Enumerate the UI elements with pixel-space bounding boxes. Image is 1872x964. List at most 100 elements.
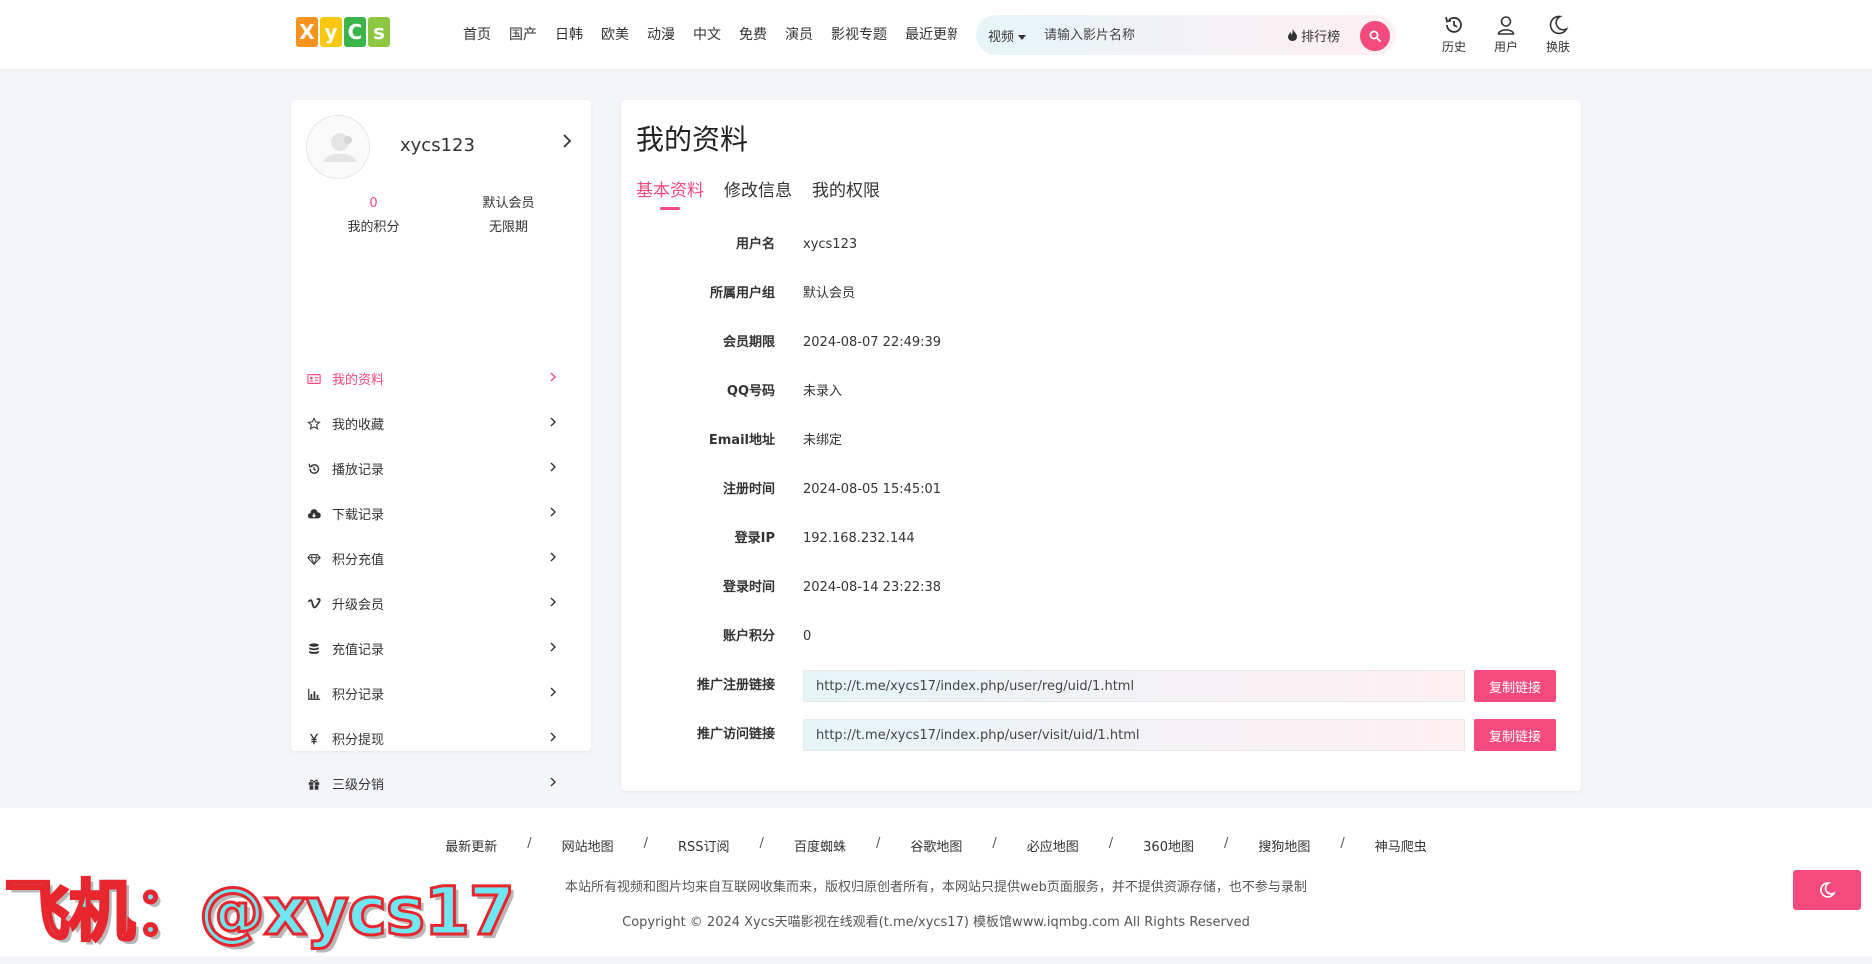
sidebar-item[interactable]: 三级分销 — [306, 761, 576, 806]
nav-item[interactable]: 欧美 — [601, 24, 629, 46]
nav-item[interactable]: 国产 — [509, 24, 537, 46]
chevron-right-icon — [550, 687, 556, 697]
footer-separator: / — [1223, 836, 1229, 851]
sidebar-item-label: 播放记录 — [332, 463, 385, 478]
tab[interactable]: 修改信息 — [724, 176, 792, 201]
footer-link[interactable]: 360地图 — [1143, 836, 1194, 855]
footer-link[interactable]: 谷歌地图 — [910, 836, 962, 855]
footer-link[interactable]: 最新更新 — [445, 836, 497, 855]
sidebar-item[interactable]: 播放记录 — [306, 446, 576, 491]
footer-link[interactable]: 搜狗地图 — [1258, 836, 1310, 855]
sidebar-item[interactable]: 我的资料 — [306, 356, 576, 401]
sidebar-item[interactable]: 积分提现 — [306, 716, 576, 761]
footer-separator: / — [1108, 836, 1114, 851]
watermark: 飞机：@xycs17 — [3, 872, 517, 952]
history-button[interactable]: 历史 — [1428, 14, 1480, 55]
footer-link[interactable]: 神马爬虫 — [1375, 836, 1427, 855]
site-logo[interactable]: XyCs — [296, 17, 390, 49]
footer-link[interactable]: 必应地图 — [1027, 836, 1079, 855]
info-label: QQ号码 — [726, 384, 775, 399]
info-label: 会员期限 — [722, 335, 775, 350]
nav-item[interactable]: 最近更新 — [905, 24, 957, 46]
promo-link-url: http://t.me/xycs17/index.php/user/reg/ui… — [816, 678, 1135, 694]
caret-down-icon — [1018, 34, 1027, 40]
gift-icon — [306, 776, 322, 792]
nav-item[interactable]: 日韩 — [555, 24, 583, 46]
sidebar-item-label: 我的资料 — [332, 373, 385, 388]
search-icon — [1369, 30, 1381, 42]
profile-panel: 我的资料 基本资料 修改信息 我的权限 用户名 xycs123 所属用户组 默认会员 会员期… — [621, 100, 1581, 791]
search-button[interactable] — [1360, 21, 1390, 51]
nav-item[interactable]: 中文 — [693, 24, 721, 46]
info-label: 推广访问链接 — [696, 727, 775, 742]
sidebar-item[interactable]: 下载记录 — [306, 491, 576, 536]
sidebar-item[interactable]: 我的收藏 — [306, 401, 576, 446]
copy-link-button[interactable]: 复制链接 — [1474, 670, 1556, 702]
fire-icon — [1288, 28, 1297, 41]
avatar-placeholder-icon — [324, 133, 356, 162]
footer-separator: / — [1340, 836, 1345, 851]
chevron-right-icon — [550, 462, 556, 472]
bar-chart-icon — [306, 686, 322, 702]
sidebar-item-label: 充值记录 — [332, 643, 385, 658]
footer-link[interactable]: 网站地图 — [562, 836, 614, 855]
profile-info: 用户名 xycs123 所属用户组 默认会员 会员期限 2024-08-07 22:49:… — [621, 220, 1581, 759]
footer-link[interactable]: 百度蜘蛛 — [794, 836, 846, 855]
info-row: 所属用户组 默认会员 — [621, 269, 1581, 318]
yen-icon — [306, 731, 322, 747]
theme-button[interactable]: 换肤 — [1532, 14, 1584, 55]
nav-item[interactable]: 动漫 — [647, 24, 675, 46]
footer-separator: / — [992, 836, 997, 851]
sidebar-item[interactable]: 积分充值 — [306, 536, 576, 581]
sidebar-item[interactable]: 升级会员 — [306, 581, 576, 626]
info-value: 2024-08-07 22:49:39 — [803, 335, 942, 350]
history-label: 历史 — [1441, 40, 1466, 54]
chevron-right-icon — [563, 134, 572, 148]
copy-link-button[interactable]: 复制链接 — [1474, 719, 1556, 751]
profile-card[interactable]: xycs123 — [306, 115, 576, 179]
tab[interactable]: 我的权限 — [812, 176, 880, 201]
info-label: 推广注册链接 — [696, 678, 775, 693]
search-bar: 视频 排行榜 — [976, 15, 1396, 55]
page-title: 我的资料 — [636, 123, 749, 156]
footer-separator: / — [643, 836, 648, 851]
sidebar-item[interactable]: 充值记录 — [306, 626, 576, 671]
chevron-right-icon — [550, 552, 556, 562]
user-button[interactable]: 用户 — [1480, 14, 1532, 55]
nav-item[interactable]: 首页 — [463, 24, 491, 46]
diamond-icon — [306, 551, 322, 567]
promo-link-field[interactable]: http://t.me/xycs17/index.php/user/visit/… — [803, 719, 1465, 751]
search-type-label: 视频 — [988, 29, 1015, 45]
info-row: 登录IP 192.168.232.144 — [621, 514, 1581, 563]
member-stat: 默认会员 无限期 — [441, 192, 576, 240]
sidebar-item[interactable]: 积分记录 — [306, 671, 576, 716]
theme-toggle-button[interactable] — [1793, 870, 1861, 910]
footer-link[interactable]: RSS订阅 — [678, 836, 730, 855]
header-actions: 历史 用户 换肤 — [1428, 14, 1584, 55]
moon-icon — [1820, 882, 1836, 898]
moon-icon — [1549, 15, 1569, 35]
theme-label: 换肤 — [1545, 40, 1570, 54]
search-type-select[interactable]: 视频 — [988, 26, 1038, 45]
id-card-icon — [306, 371, 322, 387]
promo-link-row: 推广访问链接 http://t.me/xycs17/index.php/user/… — [621, 710, 1581, 759]
info-label: 注册时间 — [722, 482, 775, 497]
info-value: 0 — [803, 629, 812, 644]
sidebar-menu: 我的资料我的收藏播放记录下载记录 积分充值 升级会员充值记录积分记录 积分提现三级分销… — [306, 356, 576, 851]
sidebar-item-label: 三级分销 — [332, 778, 385, 793]
sidebar-item-label: 我的收藏 — [332, 418, 385, 433]
user-stats: 0 我的积分 默认会员 无限期 — [306, 192, 576, 240]
promo-link-field[interactable]: http://t.me/xycs17/index.php/user/reg/ui… — [803, 670, 1465, 702]
info-row: Email地址 未绑定 — [621, 416, 1581, 465]
nav-item[interactable]: 演员 — [785, 24, 813, 46]
footer-links: 最新更新 / 网站地图 / RSS订阅 / 百度蜘蛛 / 谷歌地图 / 必应地图 / 360地图 / 搜狗地… — [0, 836, 1872, 855]
ranking-link[interactable]: 排行榜 — [1288, 26, 1340, 45]
info-label: 登录时间 — [722, 580, 775, 595]
avatar[interactable] — [306, 115, 370, 179]
tab[interactable]: 基本资料 — [636, 176, 704, 210]
nav-item[interactable]: 影视专题 — [831, 24, 887, 46]
history-icon — [306, 461, 322, 477]
footer-separator: / — [759, 836, 764, 851]
search-input[interactable] — [1044, 27, 1274, 43]
nav-item[interactable]: 免费 — [739, 24, 767, 46]
